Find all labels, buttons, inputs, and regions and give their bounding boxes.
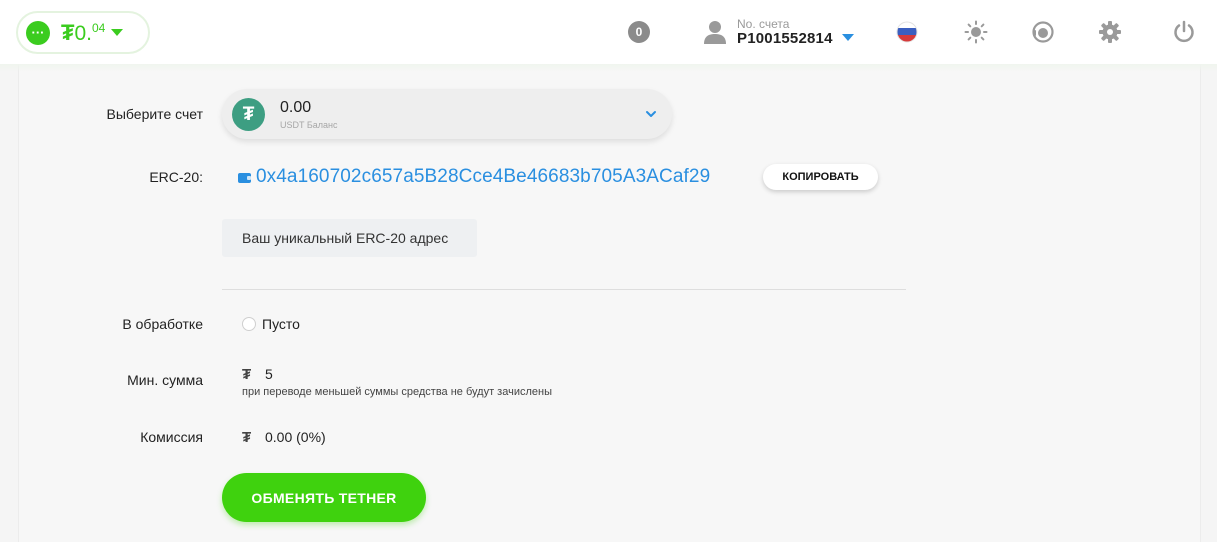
header-shadow	[0, 64, 1217, 72]
select-account-label: Выберите счет	[106, 106, 203, 122]
tether-icon: ₮	[242, 429, 252, 446]
caret-down-icon	[111, 29, 124, 36]
min-amount-value: 5	[265, 366, 273, 382]
tether-icon: ₮	[242, 366, 252, 383]
caret-down-icon	[841, 34, 854, 41]
support-icon[interactable]	[1031, 20, 1055, 44]
sun-icon[interactable]	[964, 20, 988, 44]
wallet-icon	[238, 173, 251, 183]
tether-icon: ₮	[61, 19, 75, 45]
account-dropdown[interactable]: No. счета P1001552814	[704, 18, 854, 47]
power-icon[interactable]	[1172, 20, 1196, 44]
select-amount: 0.00	[280, 99, 312, 116]
account-number: P1001552814	[737, 30, 833, 47]
min-amount-label: Мин. сумма	[127, 372, 203, 388]
min-amount-note: при переводе меньшей суммы средства не б…	[242, 386, 552, 398]
tether-logo-icon: ₮	[232, 98, 265, 131]
fee-label: Комиссия	[140, 429, 203, 445]
erc-address[interactable]: 0x4a160702c657a5B28Cce4Be46683b705A3ACaf…	[256, 166, 710, 188]
user-icon	[704, 21, 726, 44]
notifications-badge[interactable]: 0	[628, 21, 650, 43]
top-bar: ··· ₮ 0.04 0 No. счета P1001552814	[0, 0, 1217, 64]
balance-amount: 0.04	[74, 20, 106, 45]
erc-hint: Ваш уникальный ERC-20 адрес	[222, 219, 477, 257]
pending-value: Пусто	[262, 316, 300, 332]
dots-icon: ···	[26, 20, 50, 45]
select-sub-label: USDT Баланс	[280, 120, 338, 130]
balance-dropdown[interactable]: ··· ₮ 0.04	[16, 11, 150, 54]
pending-radio	[242, 317, 256, 331]
gear-icon[interactable]	[1098, 20, 1122, 44]
flag-ru-icon[interactable]	[895, 20, 919, 44]
chevron-down-icon	[646, 111, 656, 117]
pending-label: В обработке	[122, 316, 203, 332]
erc-label: ERC-20:	[149, 169, 203, 185]
copy-button[interactable]: КОПИРОВАТЬ	[763, 164, 878, 190]
exchange-tether-button[interactable]: ОБМЕНЯТЬ TETHER	[222, 473, 426, 522]
divider	[222, 289, 906, 290]
fee-value: 0.00 (0%)	[265, 429, 326, 445]
account-select[interactable]: ₮ 0.00 USDT Баланс	[222, 89, 672, 139]
